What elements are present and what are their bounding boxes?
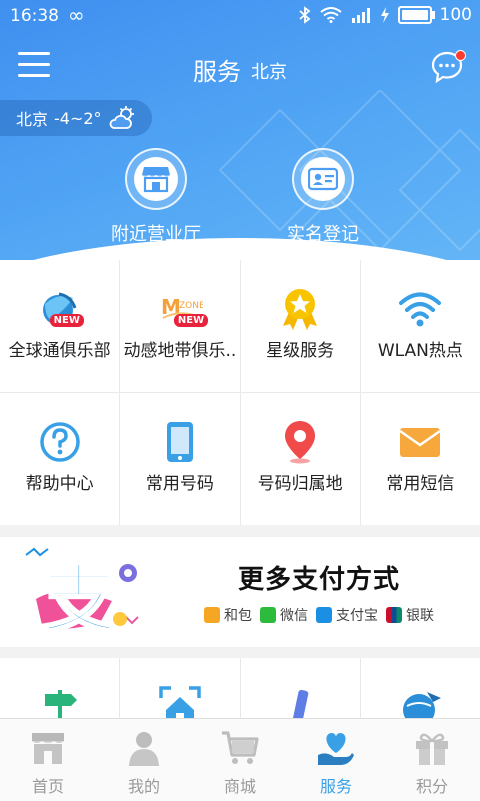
service-global-club[interactable]: NEW 全球通俱乐部 — [0, 260, 120, 392]
pay-method-label: 银联 — [406, 608, 434, 624]
status-time: 16:38 — [10, 6, 59, 26]
home-icon — [32, 733, 64, 764]
unread-dot — [455, 50, 466, 61]
real-name-label: 实名登记 — [287, 224, 359, 245]
weather-city: 北京 — [16, 110, 49, 129]
nearby-store-button[interactable]: 附近营业厅 — [86, 148, 226, 246]
service-item[interactable] — [120, 658, 240, 722]
weather-pill[interactable]: 北京 -4~2° — [0, 100, 152, 136]
service-help-center[interactable]: 帮助中心 — [0, 393, 120, 525]
tab-mall[interactable]: 商城 — [192, 719, 288, 801]
payment-methods: 和包 微信 支付宝 银联 — [204, 605, 434, 625]
mail-icon — [399, 428, 442, 457]
service-item[interactable] — [240, 658, 360, 722]
wechat-icon — [260, 607, 276, 623]
globe-plane-icon — [403, 692, 442, 722]
partly-cloudy-icon — [109, 106, 134, 129]
service-wlan[interactable]: WLAN热点 — [360, 260, 480, 392]
pay-method: 支付宝 — [316, 605, 378, 625]
pay-method: 银联 — [386, 605, 434, 625]
wifi-icon — [399, 292, 442, 327]
service-common-numbers[interactable]: 常用号码 — [120, 393, 240, 525]
signal-icon — [351, 8, 370, 23]
service-star-level[interactable]: 星级服务 — [240, 260, 360, 392]
payment-banner[interactable]: 支 更多支付方式 和包 微信 支付宝 银联 — [0, 537, 480, 647]
pay-method: 和包 — [204, 605, 252, 625]
tab-label: 首页 — [31, 777, 64, 796]
gift-icon — [416, 733, 448, 765]
home-scan-icon — [159, 686, 201, 722]
store-icon — [134, 157, 178, 201]
phone-icon — [166, 422, 193, 462]
top-bar: 服务 北京 — [0, 40, 480, 96]
weather-temp: -4~2° — [54, 108, 102, 128]
new-badge: NEW — [49, 314, 84, 327]
service-grid-row3 — [0, 658, 480, 722]
heart-hand-icon — [318, 733, 354, 765]
bluetooth-icon — [298, 6, 310, 24]
service-number-location[interactable]: 号码归属地 — [240, 393, 360, 525]
page-title: 服务 北京 — [0, 52, 480, 87]
charging-icon — [380, 7, 389, 23]
bottom-tab-bar: 首页 我的 商城 服务 积分 — [0, 718, 480, 801]
page-title-text: 服务 — [193, 58, 241, 86]
tab-label: 积分 — [415, 777, 448, 796]
pay-method-label: 支付宝 — [336, 608, 378, 624]
id-card-icon — [301, 157, 345, 201]
tab-home[interactable]: 首页 — [0, 719, 96, 801]
user-icon — [129, 732, 159, 766]
id-card-icon-ring — [292, 148, 354, 210]
tab-points[interactable]: 积分 — [384, 719, 480, 801]
tab-mine[interactable]: 我的 — [96, 719, 192, 801]
service-label: 星级服务 — [266, 341, 335, 361]
wifi-status-icon — [319, 7, 342, 23]
service-label: 动感地带俱乐.. — [123, 341, 237, 361]
battery-percent: 100 — [439, 5, 472, 25]
svg-text:ZONE: ZONE — [179, 301, 203, 311]
star-medal-icon — [283, 289, 318, 330]
status-bar: 16:38 ∞ 100 — [0, 0, 480, 34]
infinity-icon: ∞ — [68, 3, 85, 27]
alipay-art-icon: 支 — [25, 547, 139, 643]
unionpay-icon — [386, 607, 402, 623]
service-mzone-club[interactable]: M ZONE NEW 动感地带俱乐.. — [120, 260, 240, 392]
pay-method: 微信 — [260, 605, 308, 625]
service-label: 号码归属地 — [257, 474, 343, 494]
location-pin-icon — [285, 421, 316, 464]
signpost-icon — [44, 690, 77, 722]
svg-text:支: 支 — [42, 557, 116, 643]
service-grid: NEW 全球通俱乐部 M ZONE NEW 动感地带俱乐.. 星级服务 WLAN热… — [0, 260, 480, 525]
store-icon-ring — [125, 148, 187, 210]
hebao-icon — [204, 607, 220, 623]
tab-label: 商城 — [223, 777, 256, 796]
service-label: 常用号码 — [145, 474, 214, 494]
message-button[interactable] — [430, 50, 466, 86]
service-label: 常用短信 — [386, 474, 455, 494]
pay-method-label: 和包 — [224, 608, 252, 624]
pay-method-label: 微信 — [280, 608, 308, 624]
service-label: 全球通俱乐部 — [8, 341, 111, 361]
tab-service[interactable]: 服务 — [288, 719, 384, 801]
service-label: WLAN热点 — [377, 341, 463, 361]
tab-label: 我的 — [127, 777, 160, 796]
banner-title: 更多支付方式 — [238, 565, 401, 595]
city-selector[interactable]: 北京 — [251, 62, 287, 83]
service-common-sms[interactable]: 常用短信 — [360, 393, 480, 525]
service-item[interactable] — [360, 658, 480, 722]
cart-icon — [222, 731, 259, 764]
nearby-store-label: 附近营业厅 — [111, 224, 201, 245]
new-badge: NEW — [173, 314, 209, 327]
help-icon — [39, 422, 80, 462]
service-item[interactable] — [0, 658, 120, 722]
tab-label: 服务 — [319, 777, 352, 796]
real-name-button[interactable]: 实名登记 — [253, 148, 393, 246]
battery-fill — [401, 10, 428, 20]
service-label: 帮助中心 — [25, 474, 94, 494]
pencil-icon — [291, 689, 309, 722]
battery-icon — [397, 6, 435, 24]
alipay-icon — [316, 607, 332, 623]
